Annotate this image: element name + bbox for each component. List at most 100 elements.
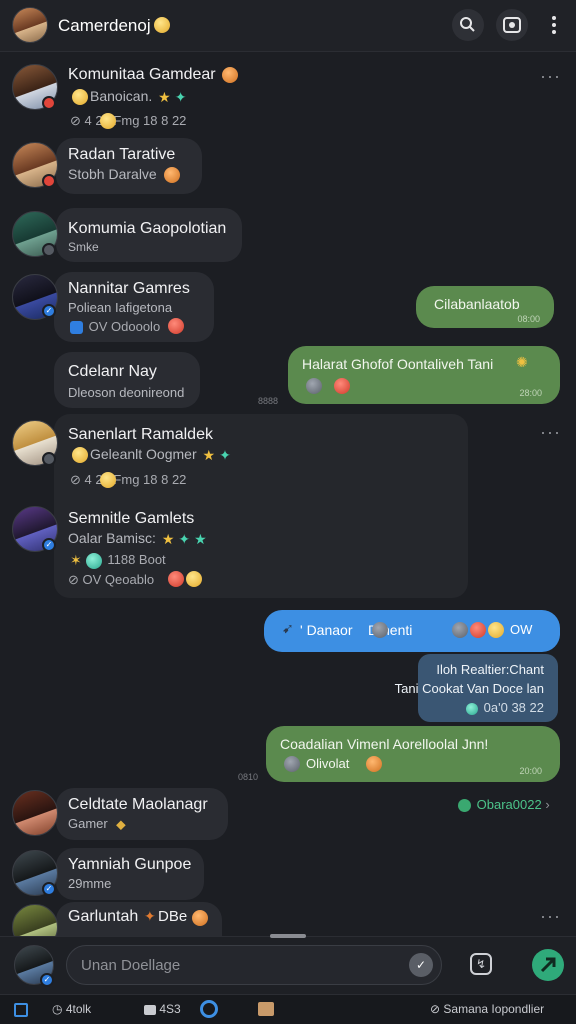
message-text: Coadalian Vimenl Aorelloolal Jnn! [280,736,489,752]
chat-name: Nannitar Gamres [68,280,190,297]
badge-dot [42,96,56,110]
clock-icon: ◷ [52,1002,63,1016]
more-icon[interactable]: ··· [540,422,561,443]
emoji-icon [154,17,170,33]
emoji-icon [284,756,300,772]
outgoing-message[interactable]: ➹ ' Danaor Dmenti OW [264,610,560,652]
chat-item[interactable]: Sanenlart Ramaldek Geleanlt Oogmer ★ ✦ ⊘ … [0,414,576,496]
attach-icon[interactable]: ↯ [470,953,492,975]
more-icon[interactable]: ··· [540,66,561,87]
chat-item[interactable]: Cdelanr Nay Dleoson deonireond 8888 [0,352,300,410]
outgoing-message[interactable]: Iloh Realtier:Chant Tani Cookat Van Doce… [395,654,558,722]
emoji-icon [85,552,102,569]
chat-meta: ⊘ OV Qeoablo [68,572,155,587]
chat-preview: Oalar Bamisc: ★ ✦ ★ [68,530,209,548]
emoji-icon [168,318,184,334]
chat-item[interactable]: Komunitaa Gamdear Banoican. ★ ✦ ⊘ 4 24 Fm… [0,58,576,136]
media-button[interactable] [496,9,528,41]
meta-text: 1188 Boot [107,552,166,567]
message-text: Cilabanlaatob [434,296,520,312]
app-title: Camerdenoj [58,16,151,35]
emoji-icon [72,447,88,464]
voice-icon[interactable]: ✓ [409,953,433,977]
chat-item[interactable]: ✓ Yamniah Gunpoe 29mme [0,846,576,904]
chat-name: Semnitle Gamlets [68,510,195,527]
star-icon: ★ [161,530,175,547]
sparkle-icon: ✺ [516,354,528,370]
chat-preview: Dleoson deonireond [68,385,185,400]
message-input[interactable]: Unan Doellage ✓ [66,945,442,985]
emoji-icon [470,622,486,638]
chat-preview: DBe [158,908,188,925]
emoji-icon [306,378,322,394]
chat-meta: ⊘ 4 24 Fmg 18 8 22 [70,472,187,487]
app-icon[interactable] [200,1000,218,1018]
chat-preview: 29mme [68,876,112,891]
taskbar-item[interactable]: ◷ 4tolk [52,1002,91,1016]
message-tail-text: OW [510,622,533,637]
badge-dot [42,243,56,257]
star-icon: ★ [194,530,207,547]
taskbar: ◷ 4tolk 4S3 ⊘ Samana Iopondlier [0,994,576,1024]
taskbar-label: 4tolk [65,1002,92,1016]
sparkle-icon: ✦ [219,446,231,463]
emoji-icon [192,910,208,926]
preview-text: Geleanlt Oogmer [90,446,197,462]
emoji-icon [372,622,388,638]
message-time: 08:00 [517,314,540,324]
side-time: 0810 [238,772,259,782]
taskbar-label: 4S3 [159,1002,181,1016]
more-vert-icon[interactable] [546,14,562,36]
sparkle-icon: ✶ [70,552,82,569]
badge-dot [42,174,56,188]
message-text: ' Danaor Dmenti [300,622,413,638]
chat-name: Celdtate Maolanagr [68,796,208,813]
chat-name: Komunitaa Gamdear [68,66,216,83]
chat-meta-2: ✶ 1188 Boot [68,552,166,569]
star-icon: ★ [158,88,171,105]
message-meta: 0a'0 38 22 [464,700,544,715]
sparkle-icon: ✦ [178,530,191,547]
meta-text: OV Odooolo [88,319,161,334]
emoji-icon [72,89,88,106]
chat-item[interactable]: ✓ Semnitle Gamlets Oalar Bamisc: ★ ✦ ★ ✶ 1… [0,500,470,596]
link-icon: ⊘ [430,1002,441,1016]
chat-status[interactable]: Obara0022 › [456,797,550,813]
chat-name: Cdelanr Nay [68,363,157,380]
more-icon[interactable]: ··· [540,906,561,927]
badge-dot: ✓ [42,304,56,318]
chat-preview: Gamer [68,816,108,831]
preview-text: Oalar Bamisc: [68,530,156,546]
taskbar-status[interactable]: ⊘ Samana Iopondlier [430,1002,544,1016]
search-icon [460,17,475,32]
windows-icon[interactable] [14,1003,28,1017]
message-text-2: Tani Cookat Van Doce lan [394,681,544,696]
search-button[interactable] [452,9,484,41]
chat-item[interactable]: Celdtate Maolanagr Gamer ⬥ Obara0022 › [0,786,576,844]
emoji-icon [168,571,184,587]
chat-item[interactable]: Komumia Gaopolotian Smke [0,206,576,266]
send-button[interactable] [532,949,564,981]
bird-icon: ➹ [282,620,294,636]
pin-icon [70,321,83,335]
outgoing-message[interactable]: Cilabanlaatob 08:00 [416,286,554,328]
folder-icon[interactable] [258,1002,274,1016]
outgoing-message[interactable]: Halarat Ghofof Oontaliveh Tani ✺ 28:00 [288,346,560,404]
input-placeholder: Unan Doellage [81,957,181,974]
status-text: Obara0022 [476,797,542,812]
taskbar-label: Samana Iopondlier [443,1002,545,1016]
avatar [12,790,58,836]
profile-avatar[interactable] [12,7,48,43]
emoji-icon [164,167,180,183]
chat-item[interactable]: Radan Tarative Stobh Daralve [0,136,576,196]
taskbar-item[interactable]: 4S3 [144,1002,181,1016]
emoji-icon [186,571,202,587]
outgoing-message[interactable]: Coadalian Vimenl Aorelloolal Jnn! Olivol… [266,726,560,782]
drag-handle[interactable] [270,934,306,938]
sparkle-icon: ✦ [144,908,156,924]
emoji-icon [222,67,238,83]
chat-item[interactable]: Garluntah ✦ DBe ··· [0,902,576,936]
emoji-icon [488,622,504,638]
badge-dot: ✓ [40,973,54,987]
emoji-icon [100,472,116,488]
